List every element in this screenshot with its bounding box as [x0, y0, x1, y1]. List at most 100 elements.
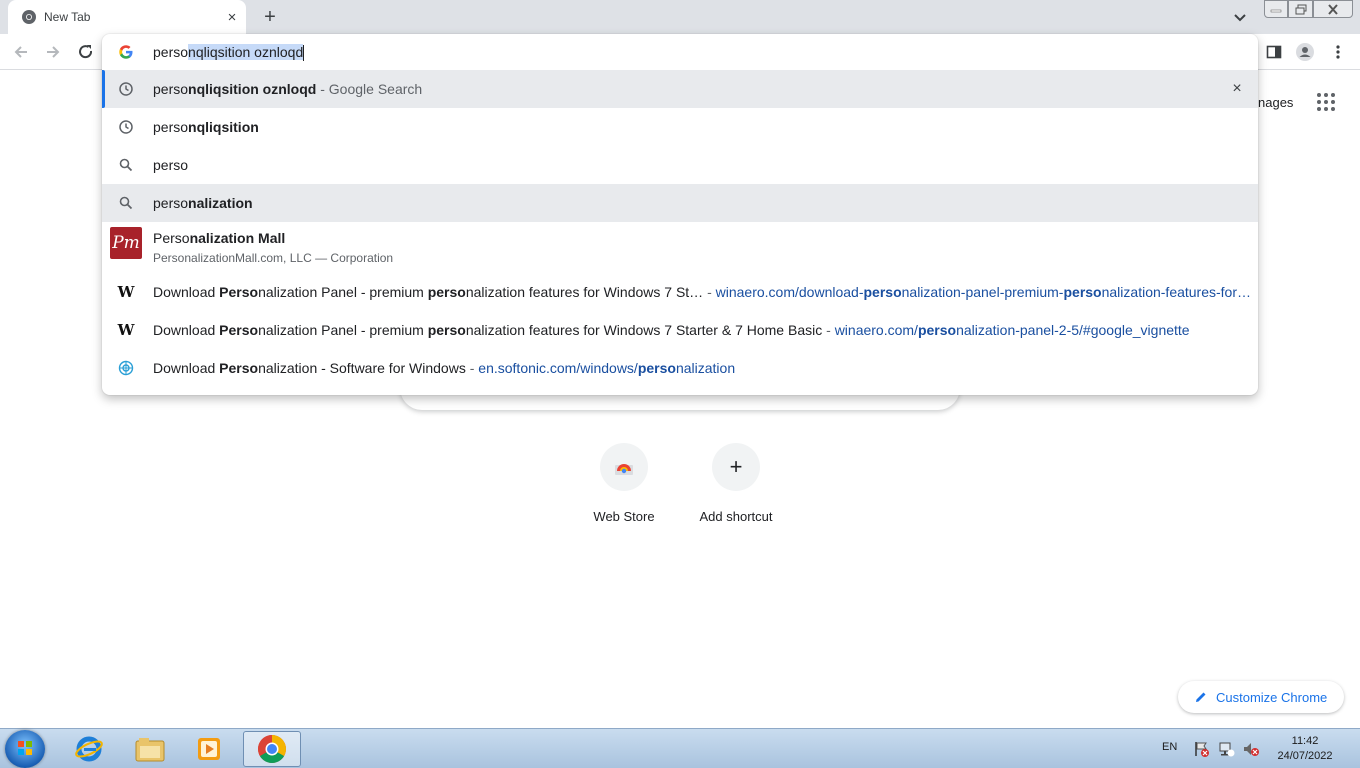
url-part: en.softonic.com/windows/ — [478, 360, 638, 376]
title-bold: Perso — [219, 360, 259, 376]
start-button[interactable] — [5, 730, 45, 768]
clock-date: 24/07/2022 — [1277, 750, 1333, 762]
softonic-icon — [118, 360, 134, 376]
images-link[interactable]: nages — [1258, 95, 1293, 110]
taskbar-file-explorer[interactable] — [121, 731, 179, 767]
separator: - — [465, 360, 479, 376]
suggestion-text: Download Personalization Panel - premium… — [153, 322, 1190, 338]
url-part: winaero.com/ — [834, 322, 918, 338]
chrome-icon — [258, 735, 286, 763]
minimize-button[interactable] — [1264, 0, 1288, 18]
suggestion-bold: nqliqsition — [188, 119, 259, 135]
title-part: nalization features for Windows 7 St… — [465, 284, 704, 300]
shortcut-label: Add shortcut — [699, 509, 773, 524]
url-bold: perso — [1063, 284, 1102, 300]
taskbar: EN 11:42 24/07/2022 — [0, 728, 1360, 768]
suggestion-url: winaero.com/download-personalization-pan… — [716, 284, 1251, 300]
taskbar-media-player[interactable] — [180, 731, 238, 767]
action-center-flag-icon[interactable] — [1193, 740, 1211, 758]
suggestion-text: Download Personalization - Software for … — [153, 360, 735, 376]
entity-name-bold: nalization Mall — [189, 230, 286, 246]
media-player-icon — [198, 738, 220, 760]
suggestion-url-0[interactable]: W Download Personalization Panel - premi… — [102, 273, 1258, 311]
suggestion-search-3[interactable]: personalization — [102, 184, 1258, 222]
plus-icon: + — [729, 454, 743, 479]
add-shortcut-tile: + — [712, 443, 760, 491]
suggestion-url-2[interactable]: Download Personalization - Software for … — [102, 349, 1258, 387]
side-panel-button[interactable] — [1264, 42, 1284, 62]
remove-suggestion-icon[interactable]: × — [1228, 80, 1246, 98]
clock-icon — [118, 119, 134, 135]
suggestion-history-0[interactable]: personqliqsition oznloqd - Google Search… — [102, 70, 1258, 108]
suggestion-text: perso — [153, 157, 188, 173]
title-part: nalization Panel - premium — [258, 322, 428, 338]
suggestion-text: personqliqsition oznloqd - Google Search — [153, 81, 422, 97]
entity-description: PersonalizationMall.com, LLC — Corporati… — [153, 251, 394, 265]
shortcut-web-store[interactable]: Web Store — [568, 443, 680, 533]
google-g-icon — [119, 45, 133, 59]
tab-new-tab[interactable]: New Tab × — [8, 0, 246, 34]
forward-button[interactable] — [42, 41, 64, 63]
suggestion-history-1[interactable]: personqliqsition — [102, 108, 1258, 146]
suggestion-suffix: - Google Search — [316, 81, 423, 97]
profile-button[interactable] — [1295, 42, 1315, 62]
reload-button[interactable] — [75, 41, 97, 63]
title-part: nalization features for Windows 7 Starte… — [465, 322, 823, 338]
address-typed: perso — [153, 44, 189, 60]
entity-name-prefix: Perso — [153, 230, 190, 246]
system-clock[interactable]: 11:42 24/07/2022 — [1270, 734, 1340, 764]
url-bold: perso — [637, 360, 676, 376]
title-part: Download — [153, 284, 220, 300]
suggestion-search-2[interactable]: perso — [102, 146, 1258, 184]
pencil-icon — [1196, 692, 1206, 702]
language-indicator[interactable]: EN — [1162, 741, 1177, 753]
title-bold: Perso — [219, 284, 259, 300]
shortcut-add[interactable]: + Add shortcut — [680, 443, 792, 533]
customize-chrome-button[interactable]: Customize Chrome — [1178, 681, 1344, 713]
side-panel-icon — [1266, 45, 1282, 59]
window-close-button[interactable] — [1313, 0, 1353, 18]
suggestion-entity[interactable]: Pm Personalization Mall PersonalizationM… — [102, 222, 1258, 270]
text-caret — [303, 45, 305, 62]
restore-button[interactable] — [1288, 0, 1313, 18]
title-part: nalization - Software for Windows — [258, 360, 466, 376]
clock-time: 11:42 — [1291, 735, 1319, 747]
web-store-icon — [615, 464, 633, 475]
shortcut-label: Web Store — [593, 509, 655, 524]
clock-icon — [118, 81, 134, 97]
folder-icon — [135, 738, 165, 762]
suggestion-url-1[interactable]: W Download Personalization Panel - premi… — [102, 311, 1258, 349]
back-button[interactable] — [10, 41, 32, 63]
address-autocomplete: nqliqsition oznloqd — [188, 44, 304, 60]
url-part: nalization-panel-2-5/#google_vignette — [956, 322, 1190, 338]
network-icon[interactable] — [1218, 740, 1236, 758]
chrome-icon — [22, 10, 36, 24]
suggestion-prefix: perso — [153, 119, 189, 135]
address-input[interactable]: personqliqsition oznloqd — [153, 44, 305, 62]
tab-close-icon[interactable]: × — [222, 7, 242, 27]
suggestion-prefix: perso — [153, 81, 189, 97]
web-store-tile — [600, 443, 648, 491]
profile-avatar-icon — [1296, 43, 1314, 61]
title-part: Download — [153, 360, 220, 376]
new-tab-button[interactable]: + — [258, 6, 282, 28]
suggestion-url: winaero.com/personalization-panel-2-5/#g… — [835, 322, 1190, 338]
suggestion-prefix: perso — [153, 157, 189, 173]
reload-icon — [79, 45, 93, 59]
customize-label: Customize Chrome — [1216, 689, 1328, 705]
menu-button[interactable] — [1328, 42, 1348, 62]
taskbar-chrome[interactable] — [243, 731, 301, 767]
window-close-icon — [1328, 4, 1338, 15]
google-apps-icon[interactable] — [1316, 92, 1336, 112]
taskbar-internet-explorer[interactable] — [60, 731, 118, 767]
suggestion-bold: nalization — [188, 195, 253, 211]
tab-search-chevron-icon[interactable] — [1229, 6, 1251, 28]
url-bold: perso — [917, 322, 957, 338]
title-part: nalization Panel - premium — [258, 284, 428, 300]
volume-muted-icon[interactable] — [1242, 740, 1260, 758]
address-bar[interactable]: personqliqsition oznloqd — [102, 34, 1258, 70]
url-part: winaero.com/download- — [715, 284, 864, 300]
search-icon — [118, 157, 134, 173]
title-part: Download — [153, 322, 220, 338]
separator: - — [703, 284, 716, 300]
